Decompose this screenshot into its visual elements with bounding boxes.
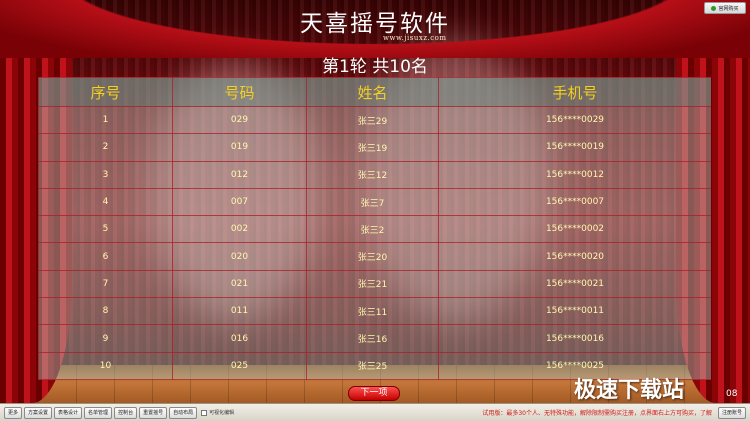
cell-name: 张三20 [306,242,439,271]
table-header-row: 序号 号码 姓名 手机号 [38,77,711,107]
more-button[interactable]: 更多 [4,406,23,419]
trial-notice: 试用版：最多30个人、无特殊功能，解除限制需购买注册，点界面右上方可购买，了解 [482,410,712,417]
cart-icon [711,5,717,11]
table-row: 2 019 张三19 156****0019 [38,133,711,162]
cell-number: 020 [172,242,307,271]
cell-phone: 156****0012 [438,160,711,189]
list-manage-button[interactable]: 名单管理 [84,406,113,419]
cell-name: 张三19 [306,133,439,162]
bottom-toolbar: 更多 方案设置 表格设计 名单管理 控制台 重置摇号 自动布局 可视化编辑 试用… [0,403,750,421]
header-name: 姓名 [306,77,439,107]
cell-index: 6 [38,242,173,271]
header-phone: 手机号 [438,77,711,107]
header-number: 号码 [172,77,307,107]
cell-index: 3 [38,160,173,189]
auto-layout-button[interactable]: 自动布局 [169,406,198,419]
buy-button-label: 官网购买 [718,5,739,12]
table-row: 8 011 张三11 156****0011 [38,297,711,326]
cell-number: 025 [172,351,307,380]
cell-phone: 156****0021 [438,269,711,299]
table-row: 7 021 张三21 156****0021 [38,269,711,299]
brand-watermark: 极速下载站 [574,378,685,403]
cell-index: 5 [38,215,173,244]
app-url: www.jisuxz.com [383,34,447,42]
next-button[interactable]: 下一项 [348,386,400,401]
scheme-settings-button[interactable]: 方案设置 [24,406,53,419]
watermark-suffix: 08 [726,389,738,399]
console-button[interactable]: 控制台 [114,406,138,419]
table-row: 5 002 张三2 156****0002 [38,215,711,244]
cell-name: 张三16 [306,324,439,353]
cell-name: 张三11 [306,297,439,326]
cell-phone: 156****0002 [438,215,711,244]
table-row: 9 016 张三16 156****0016 [38,324,711,353]
header-index: 序号 [38,77,173,107]
visual-edit-label: 可视化编辑 [209,410,235,416]
visual-edit-toggle[interactable]: 可视化编辑 [201,409,234,416]
results-table: 序号 号码 姓名 手机号 1 029 张三29 156****0029 2 01… [38,77,711,380]
buy-button[interactable]: 官网购买 [704,2,746,14]
cell-index: 7 [38,269,173,299]
cell-phone: 156****0016 [438,324,711,353]
cell-index: 4 [38,187,173,217]
cell-index: 2 [38,133,173,162]
cell-phone: 156****0020 [438,242,711,271]
app-title: 天喜摇号软件 [300,11,450,37]
cell-phone: 156****0011 [438,297,711,326]
table-row: 1 029 张三29 156****0029 [38,105,711,135]
cell-name: 张三25 [306,351,439,380]
cell-number: 019 [172,133,307,162]
visual-edit-checkbox[interactable] [201,409,208,416]
cell-number: 029 [172,105,307,135]
cell-name: 张三2 [306,215,439,244]
cell-index: 1 [38,105,173,135]
cell-number: 011 [172,297,307,326]
cell-number: 016 [172,324,307,353]
cell-name: 张三21 [306,269,439,299]
cell-number: 021 [172,269,307,299]
cell-index: 9 [38,324,173,353]
reset-draw-button[interactable]: 重置摇号 [139,406,168,419]
cell-number: 002 [172,215,307,244]
cell-index: 10 [38,351,173,380]
table-row: 4 007 张三7 156****0007 [38,187,711,217]
cell-phone: 156****0007 [438,187,711,217]
round-label: 第1轮 共10名 [322,57,428,77]
cell-name: 张三12 [306,160,439,189]
cell-phone: 156****0019 [438,133,711,162]
cell-name: 张三29 [306,105,439,135]
cell-name: 张三7 [306,187,439,217]
cell-number: 007 [172,187,307,217]
cell-phone: 156****0029 [438,105,711,135]
table-design-button[interactable]: 表格设计 [54,406,83,419]
table-row: 3 012 张三12 156****0012 [38,160,711,189]
cell-number: 012 [172,160,307,189]
cell-index: 8 [38,297,173,326]
register-button[interactable]: 注册账号 [717,406,746,419]
table-row: 6 020 张三20 156****0020 [38,242,711,271]
